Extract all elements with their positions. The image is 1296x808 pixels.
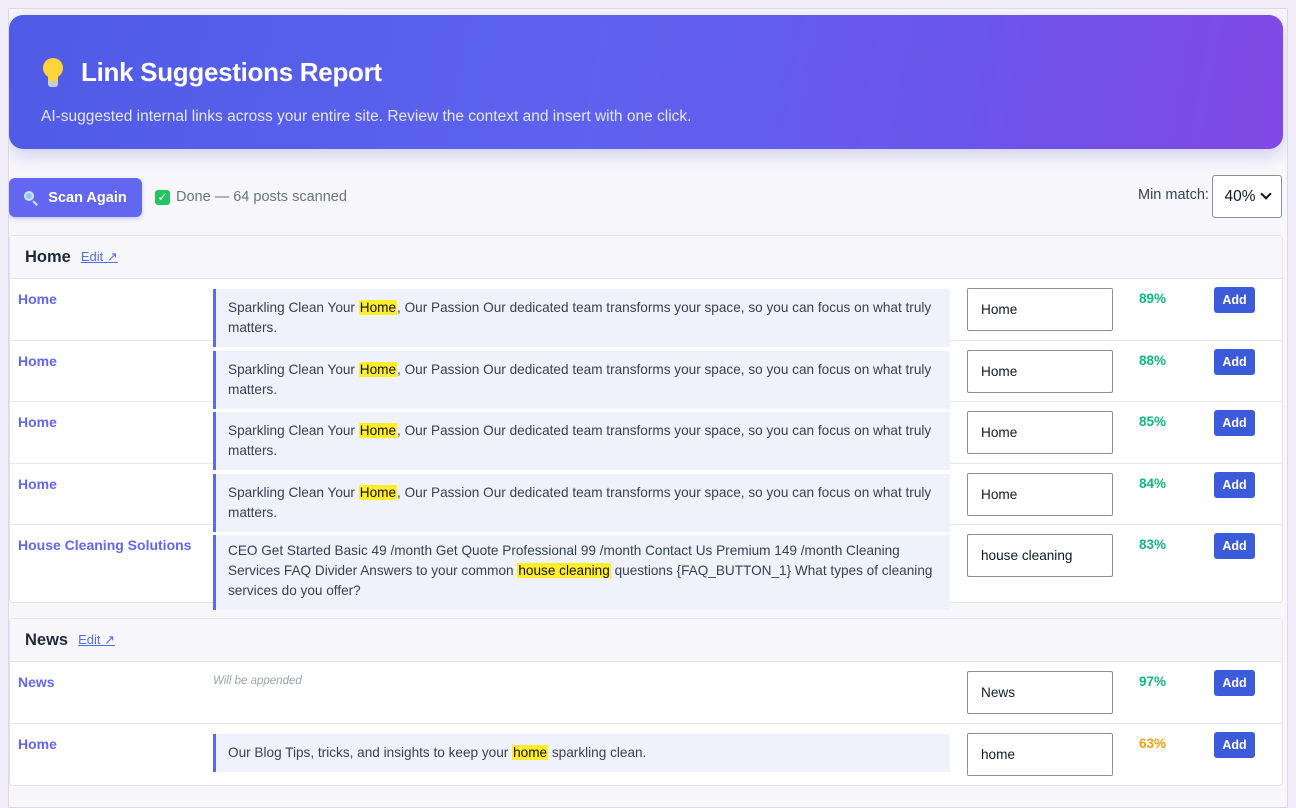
context-snippet: Our Blog Tips, tricks, and insights to k… <box>213 733 950 772</box>
scan-again-button[interactable]: Scan Again <box>9 178 142 217</box>
group-header: News Edit ↗ <box>10 619 1282 662</box>
context-text: Our Blog Tips, tricks, and insights to k… <box>228 744 513 760</box>
scan-status: ✓ Done — 64 posts scanned <box>155 189 347 205</box>
group-title: Home <box>25 247 71 266</box>
add-link-button[interactable]: Add <box>1214 348 1255 375</box>
anchor-text-input[interactable]: home <box>967 732 1113 776</box>
match-score: 83% <box>1139 537 1167 552</box>
group-title: News <box>25 630 69 649</box>
context-text: sparkling clean. <box>548 744 647 760</box>
appended-note: Will be appended <box>213 675 302 687</box>
suggestion-row: Home Our Blog Tips, tricks, and insights… <box>10 724 1282 786</box>
add-link-button[interactable]: Add <box>1214 731 1255 758</box>
match-highlight: Home <box>358 423 398 438</box>
scan-status-text: Done — 64 posts scanned <box>176 189 347 205</box>
chevron-down-icon <box>1259 188 1272 200</box>
page-title-row: Link Suggestions Report <box>41 57 382 88</box>
suggestion-row: News Will be appended News 97% Add <box>10 662 1282 724</box>
min-match-label: Min match: <box>1138 187 1209 203</box>
min-match-select[interactable]: 40% <box>1212 175 1282 218</box>
target-post-link[interactable]: Home <box>18 414 57 430</box>
report-header: Link Suggestions Report AI-suggested int… <box>9 15 1283 149</box>
edit-link[interactable]: Edit ↗ <box>78 632 115 648</box>
page-title: Link Suggestions Report <box>81 57 382 87</box>
match-score: 84% <box>1139 475 1167 491</box>
app-frame: Link Suggestions Report AI-suggested int… <box>8 8 1288 808</box>
group-news: News Edit ↗ News Will be appended News 9… <box>9 618 1283 786</box>
context-snippet: Sparkling Clean Your Home, Our Passion O… <box>213 412 950 470</box>
suggestion-row: Home Sparkling Clean Your Home, Our Pass… <box>10 279 1282 347</box>
context-text: Sparkling Clean Your <box>228 484 359 500</box>
target-post-link[interactable]: Home <box>18 476 57 492</box>
add-link-button[interactable]: Add <box>1214 471 1255 498</box>
suggestion-row: Home Sparkling Clean Your Home, Our Pass… <box>10 341 1282 409</box>
scan-again-label: Scan Again <box>48 189 127 206</box>
add-link-button[interactable]: Add <box>1214 670 1255 696</box>
anchor-text-input[interactable]: house cleaning <box>967 534 1113 577</box>
anchor-text-input[interactable]: News <box>967 671 1113 714</box>
context-text: Sparkling Clean Your <box>228 300 359 315</box>
match-highlight: home <box>512 744 549 760</box>
anchor-text-input[interactable]: Home <box>967 411 1113 454</box>
suggestion-row: House Cleaning Solutions CEO Get Started… <box>10 525 1282 610</box>
context-text: Sparkling Clean Your <box>228 361 359 377</box>
checkmark-icon: ✓ <box>155 189 170 205</box>
match-highlight: Home <box>358 361 398 377</box>
context-snippet: Sparkling Clean Your Home, Our Passion O… <box>213 473 950 532</box>
match-highlight: house cleaning <box>517 563 611 578</box>
target-post-link[interactable]: Home <box>18 353 57 369</box>
context-snippet: Sparkling Clean Your Home, Our Passion O… <box>213 289 950 347</box>
match-score: 88% <box>1139 352 1167 368</box>
group-home: Home Edit ↗ Home Sparkling Clean Your Ho… <box>9 235 1283 610</box>
match-highlight: Home <box>358 300 398 315</box>
target-post-link[interactable]: Home <box>18 291 57 307</box>
add-link-button[interactable]: Add <box>1214 287 1255 313</box>
group-header: Home Edit ↗ <box>10 236 1282 279</box>
match-highlight: Home <box>358 484 398 500</box>
match-score: 63% <box>1139 735 1167 751</box>
anchor-text-input[interactable]: Home <box>967 349 1113 393</box>
anchor-text-input[interactable]: Home <box>967 472 1113 516</box>
magnifier-icon <box>24 190 39 206</box>
edit-link[interactable]: Edit ↗ <box>81 249 118 265</box>
add-link-button[interactable]: Add <box>1214 533 1255 559</box>
match-score: 89% <box>1139 291 1167 306</box>
lightbulb-icon <box>41 57 65 88</box>
suggestion-row: Home Sparkling Clean Your Home, Our Pass… <box>10 402 1282 470</box>
min-match-value: 40% <box>1224 187 1256 205</box>
context-text: Sparkling Clean Your <box>228 423 359 438</box>
target-post-link[interactable]: Home <box>18 736 57 752</box>
target-post-link[interactable]: News <box>18 674 55 690</box>
add-link-button[interactable]: Add <box>1214 410 1255 436</box>
match-score: 85% <box>1139 414 1167 429</box>
match-score: 97% <box>1139 674 1167 689</box>
context-snippet: CEO Get Started Basic 49 /month Get Quot… <box>213 535 950 610</box>
anchor-text-input[interactable]: Home <box>967 288 1113 331</box>
page-subtitle: AI-suggested internal links across your … <box>41 108 692 125</box>
suggestion-row: Home Sparkling Clean Your Home, Our Pass… <box>10 464 1282 532</box>
context-snippet: Sparkling Clean Your Home, Our Passion O… <box>213 350 950 409</box>
target-post-link[interactable]: House Cleaning Solutions <box>18 537 191 553</box>
